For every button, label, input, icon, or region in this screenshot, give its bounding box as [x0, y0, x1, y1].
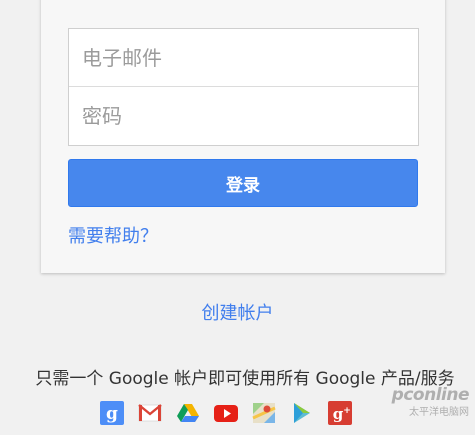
svg-text:g: g [106, 404, 118, 424]
login-card: 登录 需要帮助？ [41, 0, 445, 273]
signin-button[interactable]: 登录 [68, 159, 418, 207]
drive-icon [177, 404, 199, 422]
google-plus-red-icon: g + [328, 401, 352, 425]
product-icons: g g + [100, 401, 352, 425]
password-field[interactable] [69, 87, 418, 145]
watermark-subtitle: 太平洋电脑网 [409, 407, 469, 418]
watermark-brand: pconline [391, 385, 470, 405]
credentials-group [68, 28, 419, 146]
watermark: pconline 太平洋电脑网 [391, 385, 470, 418]
play-icon [294, 403, 310, 423]
create-account-link[interactable]: 创建帐户 [0, 299, 475, 325]
help-link[interactable]: 需要帮助？ [68, 222, 158, 248]
gmail-icon [138, 404, 162, 422]
youtube-icon [214, 405, 238, 422]
svg-text:g: g [333, 405, 344, 423]
svg-text:+: + [343, 406, 351, 416]
google-plus-icon: g [100, 401, 124, 425]
maps-icon [252, 403, 276, 423]
email-field[interactable] [69, 29, 418, 87]
